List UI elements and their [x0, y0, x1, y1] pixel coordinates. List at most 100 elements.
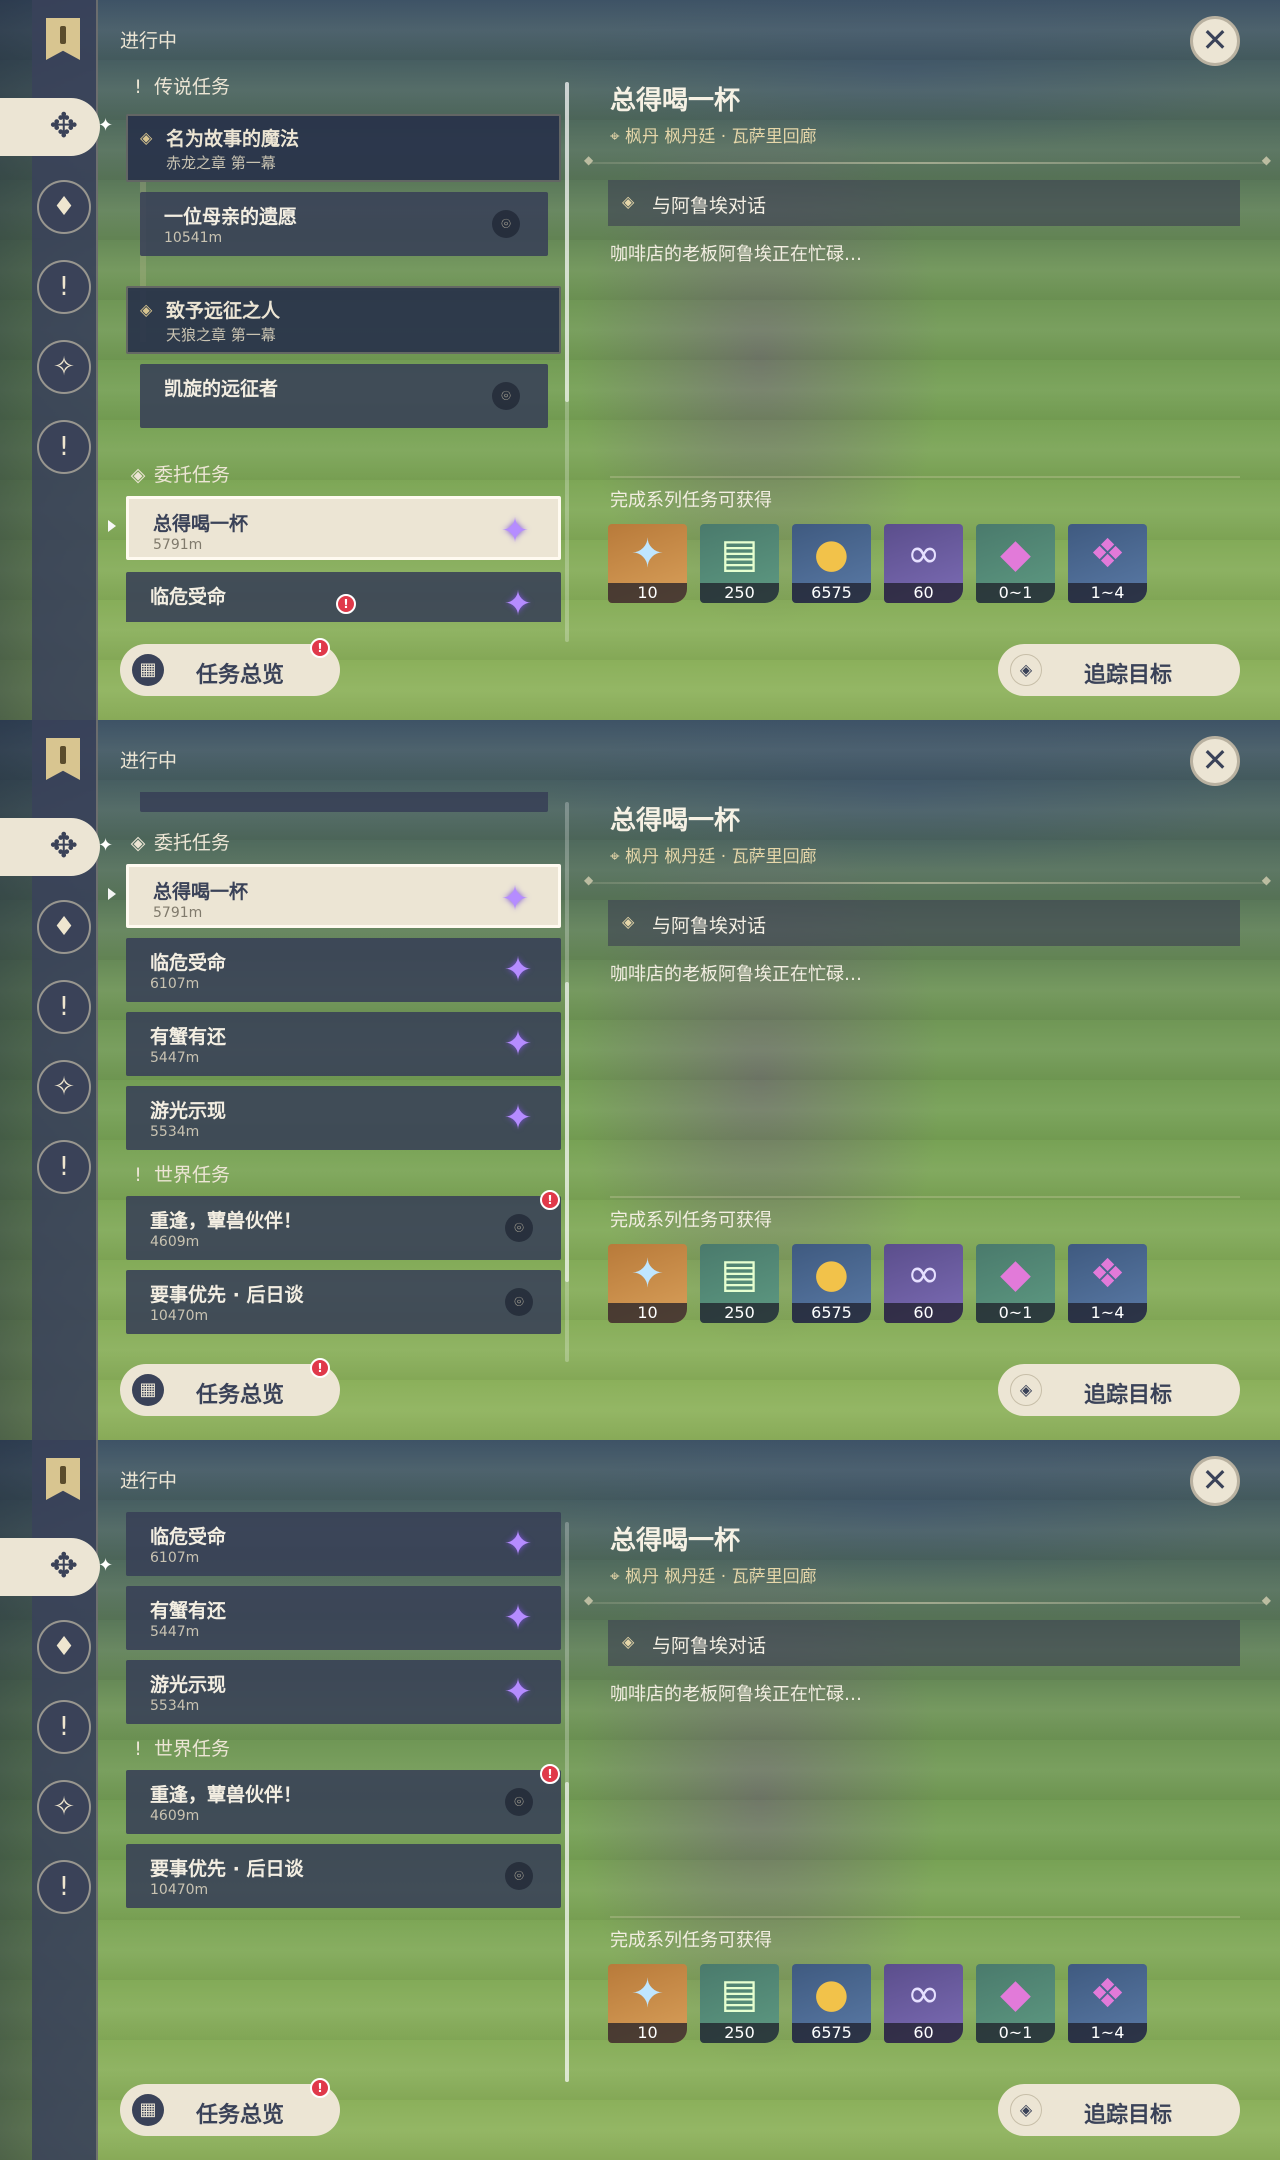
map-pin-icon[interactable]: ⌾ [505, 1788, 533, 1816]
tab-archon-quests[interactable]: ♦ [37, 180, 91, 234]
reward-mora[interactable]: ● 6575 [792, 1964, 871, 2043]
tab-commission-quests[interactable]: ✧ [37, 1060, 91, 1114]
commission-gem-icon: ✦ [503, 1598, 533, 1638]
track-target-button[interactable]: ◈ 追踪目标 [998, 1364, 1240, 1416]
status-label: 进行中 [120, 750, 178, 772]
quest-list[interactable]: ! 传说任务 ◈ 名为故事的魔法 赤龙之章 第一幕 一位母亲的遗愿 10541m … [118, 72, 568, 622]
close-button[interactable]: ✕ [1190, 1456, 1240, 1506]
archon-diamond-icon: ◈ [140, 300, 153, 319]
tab-all-quests[interactable]: ✥ [0, 98, 100, 156]
section-commission: ◈ 委托任务 [128, 828, 230, 858]
reward-fellowship[interactable]: ∞ 60 [884, 1964, 963, 2043]
map-pin-icon[interactable]: ⌾ [492, 382, 520, 410]
reward-adventure-exp[interactable]: ▤ 250 [700, 1964, 779, 2043]
map-pin-icon[interactable]: ⌾ [492, 210, 520, 238]
track-target-button[interactable]: ◈ 追踪目标 [998, 2084, 1240, 2136]
reward-crystal-small[interactable]: ◆ 0~1 [976, 524, 1055, 603]
reward-divider [610, 1196, 1240, 1198]
commission-gem-icon: ✦ [503, 584, 533, 622]
close-button[interactable]: ✕ [1190, 16, 1240, 66]
reward-fellowship[interactable]: ∞ 60 [884, 524, 963, 603]
selected-arrow-icon [108, 520, 116, 532]
quest-overview-button[interactable]: ▦ 任务总览 ! [120, 638, 340, 696]
tab-archon-quests[interactable]: ♦ [37, 900, 91, 954]
quest-item-danger[interactable]: 临危受命 ✦ ! [126, 572, 561, 622]
quest-item-crab[interactable]: 有蟹有还 5447m ✦ [126, 1012, 561, 1076]
reward-divider [610, 476, 1240, 478]
quest-item-priority[interactable]: 要事优先 · 后日谈 10470m ⌾ [126, 1270, 561, 1334]
reward-primogem[interactable]: ✦ 10 [608, 1964, 687, 2043]
tab-story-quests[interactable]: ! [37, 260, 91, 314]
tab-all-quests[interactable]: ✥ [0, 818, 100, 876]
tab-world-quests[interactable]: ! [37, 1860, 91, 1914]
commission-gem-icon: ✦ [503, 1024, 533, 1064]
crystal-large-icon: ❖ [1089, 531, 1126, 577]
diamond-icon: ◈ [1010, 1374, 1042, 1406]
left-rail: ✥ ✦ ♦ ! ✧ ! [0, 1440, 113, 2160]
tab-story-quests[interactable]: ! [37, 1700, 91, 1754]
reward-primogem[interactable]: ✦ 10 [608, 524, 687, 603]
quest-item-reunion[interactable]: 重逢，蕈兽伙伴！ 4609m ⌾ ! [126, 1764, 561, 1834]
quest-item-reunion[interactable]: 重逢，蕈兽伙伴！ 4609m ⌾ ! [126, 1190, 561, 1260]
reward-divider [610, 1916, 1240, 1918]
quest-item-crab[interactable]: 有蟹有还 5447m ✦ [126, 1586, 561, 1650]
map-pin-icon[interactable]: ⌾ [505, 1862, 533, 1890]
reward-adventure-exp[interactable]: ▤ 250 [700, 1244, 779, 1323]
reward-adventure-exp[interactable]: ▤ 250 [700, 524, 779, 603]
detail-divider [584, 1593, 1271, 1607]
quest-book-icon: ▦ [132, 2094, 164, 2126]
quest-list[interactable]: ◈ 委托任务 总得喝一杯 5791m ✦ 临危受命 6107m ✦ 有蟹有还 54… [118, 792, 568, 1342]
quest-item-conqueror[interactable]: ◈ 致予远征之人 天狼之章 第一幕 [126, 286, 561, 354]
track-target-button[interactable]: ◈ 追踪目标 [998, 644, 1240, 696]
scroll-thumb[interactable] [565, 982, 569, 1282]
close-button[interactable]: ✕ [1190, 736, 1240, 786]
scrollbar[interactable] [565, 802, 569, 1362]
alert-badge: ! [540, 1764, 560, 1784]
scroll-thumb[interactable] [565, 82, 569, 402]
tab-commission-quests[interactable]: ✧ [37, 340, 91, 394]
alert-badge: ! [310, 1358, 330, 1378]
reward-crystal-large[interactable]: ❖ 1~4 [1068, 524, 1147, 603]
quest-item-triumph[interactable]: 凯旋的远征者 ⌾ [140, 364, 548, 428]
quest-item-light[interactable]: 游光示现 5534m ✦ [126, 1086, 561, 1150]
quest-overview-button[interactable]: ▦ 任务总览 ! [120, 2078, 340, 2136]
quest-item-drink[interactable]: 总得喝一杯 5791m ✦ [126, 496, 561, 560]
reward-crystal-large[interactable]: ❖ 1~4 [1068, 1964, 1147, 2043]
quest-item-mother[interactable]: 一位母亲的遗愿 10541m ⌾ [140, 192, 548, 256]
quest-item-magic[interactable]: ◈ 名为故事的魔法 赤龙之章 第一幕 [126, 114, 561, 182]
detail-title: 总得喝一杯 [610, 86, 741, 116]
quest-item-light[interactable]: 游光示现 5534m ✦ [126, 1660, 561, 1724]
tab-world-quests[interactable]: ! [37, 420, 91, 474]
quest-item-danger[interactable]: 临危受命 6107m ✦ [126, 938, 561, 1002]
primogem-icon: ✦ [630, 1971, 665, 2017]
quest-item-danger[interactable]: 临危受命 6107m ✦ [126, 1512, 561, 1576]
tab-archon-quests[interactable]: ♦ [37, 1620, 91, 1674]
tab-world-quests[interactable]: ! [37, 1140, 91, 1194]
quest-list[interactable]: 临危受命 6107m ✦ 有蟹有还 5447m ✦ 游光示现 5534m ✦ !… [118, 1512, 568, 2062]
sparkle-icon: ✦ [98, 835, 114, 856]
reward-crystal-small[interactable]: ◆ 0~1 [976, 1244, 1055, 1323]
quest-item-priority[interactable]: 要事优先 · 后日谈 10470m ⌾ [126, 1844, 561, 1908]
map-pin-icon[interactable]: ⌾ [505, 1214, 533, 1242]
scrollbar[interactable] [565, 1522, 569, 2082]
quest-item-triumph[interactable] [140, 792, 548, 812]
section-legend: ! 传说任务 [128, 72, 230, 102]
reward-mora[interactable]: ● 6575 [792, 524, 871, 603]
reward-crystal-large[interactable]: ❖ 1~4 [1068, 1244, 1147, 1323]
tab-all-quests[interactable]: ✥ [0, 1538, 100, 1596]
exclamation-icon: ! [134, 1738, 142, 1760]
map-pin-icon[interactable]: ⌾ [505, 1288, 533, 1316]
reward-fellowship[interactable]: ∞ 60 [884, 1244, 963, 1323]
scrollbar[interactable] [565, 82, 569, 642]
quest-overview-button[interactable]: ▦ 任务总览 ! [120, 1358, 340, 1416]
tab-commission-quests[interactable]: ✧ [37, 1780, 91, 1834]
scroll-thumb[interactable] [565, 1782, 569, 2082]
quest-item-drink[interactable]: 总得喝一杯 5791m ✦ [126, 864, 561, 928]
tab-story-quests[interactable]: ! [37, 980, 91, 1034]
quest-book-icon: ▦ [132, 654, 164, 686]
detail-divider [584, 873, 1271, 887]
reward-crystal-small[interactable]: ◆ 0~1 [976, 1964, 1055, 2043]
detail-location: ⌖ 枫丹 枫丹廷 · 瓦萨里回廊 [610, 127, 817, 147]
reward-primogem[interactable]: ✦ 10 [608, 1244, 687, 1323]
reward-mora[interactable]: ● 6575 [792, 1244, 871, 1323]
